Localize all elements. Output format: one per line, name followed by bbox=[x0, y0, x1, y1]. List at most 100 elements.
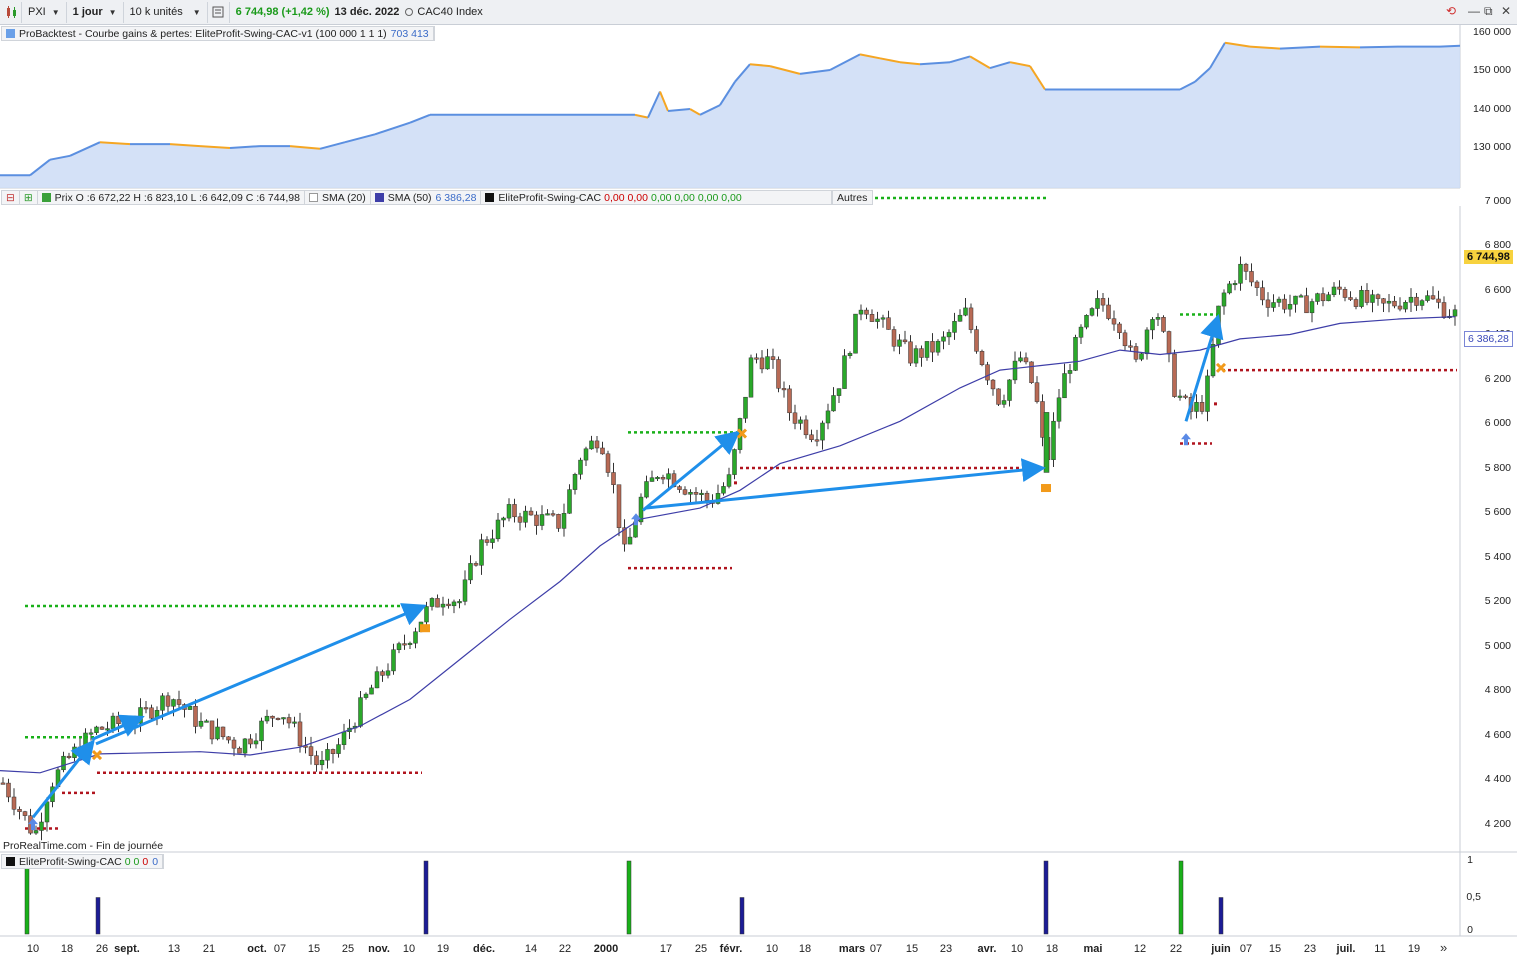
indicator-y-tick: 0,5 bbox=[1466, 891, 1481, 903]
candle-body bbox=[440, 603, 446, 608]
candle-body bbox=[1298, 295, 1304, 298]
candle-body bbox=[902, 339, 908, 343]
scroll-right-icon[interactable]: » bbox=[1440, 940, 1447, 955]
candle-body bbox=[160, 695, 165, 711]
x-tick-label: 17 bbox=[659, 943, 673, 955]
candle-body bbox=[1337, 286, 1342, 290]
indicator-panel-value: 0 bbox=[142, 855, 149, 868]
expand-icon[interactable]: ⊞ bbox=[20, 191, 38, 204]
candle-body bbox=[1232, 283, 1238, 286]
candle-body bbox=[781, 388, 787, 391]
candle-body bbox=[1243, 263, 1249, 272]
candle-body bbox=[253, 740, 259, 745]
candle-body bbox=[1287, 304, 1293, 310]
candle-body bbox=[231, 739, 237, 749]
sma50-legend[interactable]: SMA (50) bbox=[388, 192, 432, 204]
price-y-tick: 5 000 bbox=[1484, 640, 1511, 652]
candle-body bbox=[1397, 305, 1403, 310]
candle-body bbox=[523, 510, 528, 523]
candle-body bbox=[242, 738, 248, 754]
indicator-value: 0,00 bbox=[627, 191, 648, 204]
x-tick-label: 10 bbox=[765, 943, 779, 955]
candle-body bbox=[1315, 293, 1320, 302]
candle-body bbox=[308, 746, 314, 756]
candle-body bbox=[110, 715, 116, 729]
candle-body bbox=[314, 755, 319, 766]
candle-body bbox=[1023, 357, 1029, 363]
candle-body bbox=[1155, 317, 1161, 320]
candle-body bbox=[176, 699, 182, 705]
candle-body bbox=[1166, 331, 1172, 355]
candle-body bbox=[149, 707, 154, 719]
candle-body bbox=[974, 329, 979, 352]
candle-body bbox=[435, 598, 440, 608]
candle-body bbox=[116, 715, 121, 724]
others-button[interactable]: Autres bbox=[832, 191, 872, 204]
sma50-swatch-icon bbox=[374, 193, 384, 202]
exit-cross-icon bbox=[1215, 362, 1227, 373]
price-y-tick: 4 800 bbox=[1484, 684, 1511, 696]
candle-body bbox=[721, 486, 726, 494]
candle-body bbox=[704, 492, 710, 501]
candle-body bbox=[765, 356, 770, 370]
candle-body bbox=[913, 348, 919, 364]
candle-body bbox=[369, 687, 374, 695]
indicator-value: 0,00 bbox=[697, 191, 719, 204]
indicator-value: 0,00 bbox=[650, 191, 672, 204]
candle-body bbox=[616, 484, 622, 528]
x-tick-label: 14 bbox=[524, 943, 538, 955]
x-tick-label: 12 bbox=[1133, 943, 1147, 955]
candle-body bbox=[1227, 283, 1232, 294]
candle-body bbox=[688, 492, 693, 495]
candle-body bbox=[99, 726, 105, 730]
candle-body bbox=[1194, 402, 1199, 412]
signal-bar bbox=[1043, 860, 1049, 935]
candle-body bbox=[429, 598, 435, 607]
candle-body bbox=[996, 388, 1001, 405]
x-tick-label: 07 bbox=[1239, 943, 1253, 955]
candle-body bbox=[990, 379, 996, 390]
candle-body bbox=[1348, 297, 1353, 300]
last-price-tag: 6 744,98 bbox=[1464, 250, 1513, 264]
candle-body bbox=[1370, 294, 1375, 303]
indicator-legend[interactable]: EliteProfit-Swing-CAC bbox=[498, 192, 601, 204]
sma20-legend[interactable]: SMA (20) bbox=[322, 192, 366, 204]
price-y-tick: 6 200 bbox=[1484, 373, 1511, 385]
candle-body bbox=[138, 707, 143, 724]
candle-body bbox=[72, 746, 77, 758]
candle-body bbox=[1304, 295, 1309, 314]
candle-body bbox=[897, 339, 902, 347]
candle-body bbox=[1095, 298, 1100, 309]
price-legend: ⊟ ⊞ Prix O :6 672,22 H :6 823,10 L :6 64… bbox=[1, 190, 873, 205]
candle-body bbox=[1150, 319, 1155, 331]
x-tick-label: 10 bbox=[402, 943, 416, 955]
candle-body bbox=[759, 357, 765, 370]
candle-body bbox=[627, 536, 633, 545]
candle-body bbox=[754, 357, 759, 360]
candle-body bbox=[1436, 298, 1441, 303]
collapse-icon[interactable]: ⊟ bbox=[2, 191, 20, 204]
x-tick-label: 11 bbox=[1374, 943, 1386, 955]
sma50-line bbox=[0, 316, 1456, 774]
price-y-tick: 4 400 bbox=[1484, 773, 1511, 785]
candle-body bbox=[864, 309, 869, 315]
candle-body bbox=[836, 388, 842, 396]
indicator-y-tick: 1 bbox=[1467, 854, 1473, 866]
price-y-tick: 7 000 bbox=[1484, 195, 1511, 207]
candle-body bbox=[380, 671, 385, 676]
candle-body bbox=[1034, 382, 1040, 402]
candle-body bbox=[814, 439, 820, 442]
candle-body bbox=[600, 447, 605, 455]
candle-body bbox=[1051, 420, 1056, 460]
candle-body bbox=[325, 749, 330, 761]
signal-bar bbox=[1218, 897, 1224, 935]
candle-body bbox=[682, 489, 688, 495]
candle-body bbox=[1249, 271, 1254, 283]
x-tick-label: oct. bbox=[247, 943, 267, 955]
x-tick-label: 13 bbox=[167, 943, 181, 955]
candle-body bbox=[1111, 318, 1117, 325]
candle-body bbox=[1276, 298, 1282, 303]
candle-body bbox=[286, 717, 292, 724]
x-tick-label: 22 bbox=[1169, 943, 1183, 955]
signal-bar bbox=[626, 860, 632, 935]
